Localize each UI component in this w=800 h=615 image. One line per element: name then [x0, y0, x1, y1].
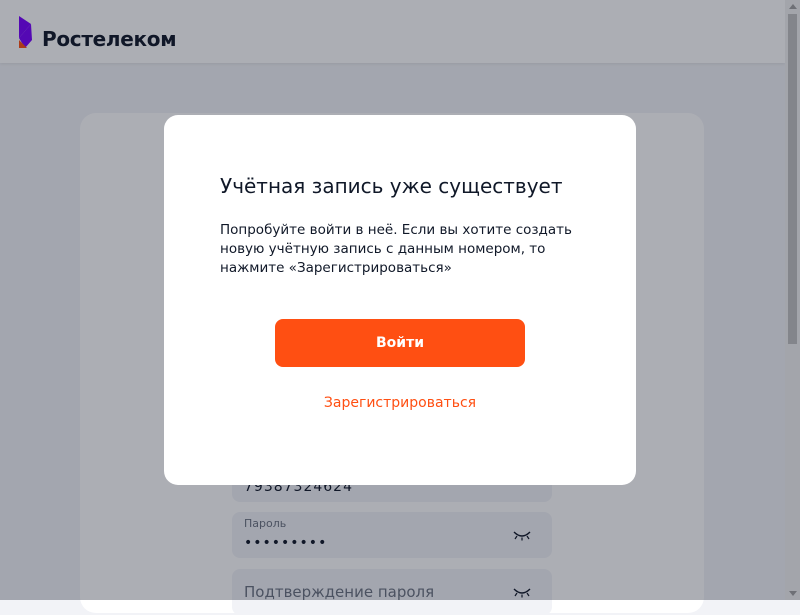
modal-title: Учётная запись уже существует — [220, 174, 563, 198]
register-link[interactable]: Зарегистрироваться — [164, 395, 636, 411]
login-button[interactable]: Войти — [275, 319, 525, 367]
modal-description: Попробуйте войти в неё. Если вы хотите с… — [220, 222, 572, 276]
account-exists-modal: Учётная запись уже существует Попробуйте… — [164, 115, 636, 485]
